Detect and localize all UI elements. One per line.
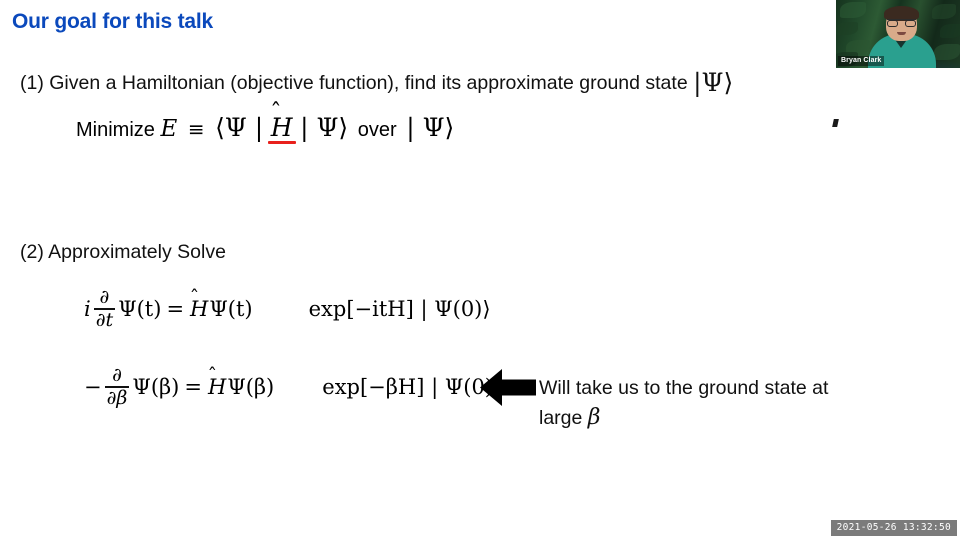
annotation-line-2-lead: large (539, 407, 583, 430)
equation-2-propagator: exp[−βH] | Ψ(0)⟩ (322, 375, 502, 400)
speaker-name-badge: Bryan Clark (838, 55, 885, 66)
glasses-icon (887, 19, 916, 27)
hamiltonian-operator: ̂H (270, 113, 294, 142)
red-underline-annotation (267, 141, 296, 144)
hamiltonian-letter: H (190, 297, 209, 322)
ket-vector: | Ψ⟩ (300, 113, 349, 142)
over-label: over (357, 119, 397, 141)
annotation-note: Will take us to the ground state at larg… (539, 374, 929, 434)
hamiltonian-letter: H (270, 113, 293, 142)
annotation-line-1: Will take us to the ground state at (539, 377, 829, 399)
equation-schrodinger-imaginary-time: − ∂ ∂β Ψ(β) = ̂H Ψ(β) exp[−βH] | Ψ(0)⟩ (84, 364, 502, 409)
equation-2-rhs-state: Ψ(β) (227, 375, 275, 400)
webcam-video-overlay[interactable]: Bryan Clark (836, 0, 960, 68)
partial-derivative-fraction: ∂ ∂t (93, 286, 116, 331)
fraction-numerator: ∂ (112, 364, 122, 386)
bullet-point-2: (2) Approximately Solve (20, 241, 226, 264)
equation-1-lhs-state: Ψ(t) (118, 297, 162, 322)
partial-derivative-fraction: ∂ ∂β (104, 364, 130, 409)
equivalence-symbol: ≡ (187, 117, 205, 141)
hamiltonian-letter: H (207, 375, 227, 400)
equation-2-hamiltonian: ̂H (207, 375, 227, 399)
equation-2-lhs-state: Ψ(β) (132, 375, 180, 400)
equation-1-hamiltonian: ̂H (189, 297, 209, 321)
bullet-point-1: (1) Given a Hamiltonian (objective funct… (20, 66, 734, 97)
left-arrow-icon (480, 369, 536, 406)
energy-symbol: E (160, 116, 178, 142)
fraction-denominator: ∂β (106, 386, 128, 409)
fraction-numerator: ∂ (99, 286, 110, 308)
bullet-point-2-text: (2) Approximately Solve (20, 241, 226, 263)
minimize-expression: Minimize E ≡ ⟨Ψ | ̂H | Ψ⟩ over | Ψ⟩ (76, 113, 455, 144)
equation-2-left: − ∂ ∂β Ψ(β) = ̂H Ψ(β) (84, 364, 275, 409)
minimize-label: Minimize (76, 119, 155, 141)
bullet-point-1-ket: |Ψ⟩ (693, 68, 734, 97)
equation-1-propagator: exp[−itH] | Ψ(0)⟩ (308, 297, 491, 322)
equals-sign: = (184, 375, 202, 400)
fraction-denominator: ∂t (95, 308, 114, 331)
equation-1-left: i ∂ ∂t Ψ(t) = ̂H Ψ(t) (84, 286, 253, 331)
hamiltonian-operator-underlined: ̂H (267, 113, 296, 144)
minus-sign: − (84, 375, 102, 400)
imaginary-unit: i (84, 297, 91, 322)
page-title: Our goal for this talk (12, 10, 213, 33)
equation-schrodinger-time: i ∂ ∂t Ψ(t) = ̂H Ψ(t) exp[−itH] | Ψ(0)⟩ (84, 286, 491, 331)
beta-symbol: β (587, 405, 601, 431)
equation-1-rhs-state: Ψ(t) (209, 297, 253, 322)
cursor-artifact (832, 119, 839, 127)
equals-sign: = (166, 297, 185, 322)
bullet-point-1-text: (1) Given a Hamiltonian (objective funct… (20, 72, 688, 94)
presentation-slide: Our goal for this talk (1) Given a Hamil… (0, 0, 960, 540)
annotation-line-2: large β (539, 402, 929, 434)
recording-timestamp: 2021-05-26 13:32:50 (830, 520, 957, 536)
state-vector: | Ψ⟩ (406, 113, 455, 142)
bra-vector: ⟨Ψ | (215, 113, 264, 142)
